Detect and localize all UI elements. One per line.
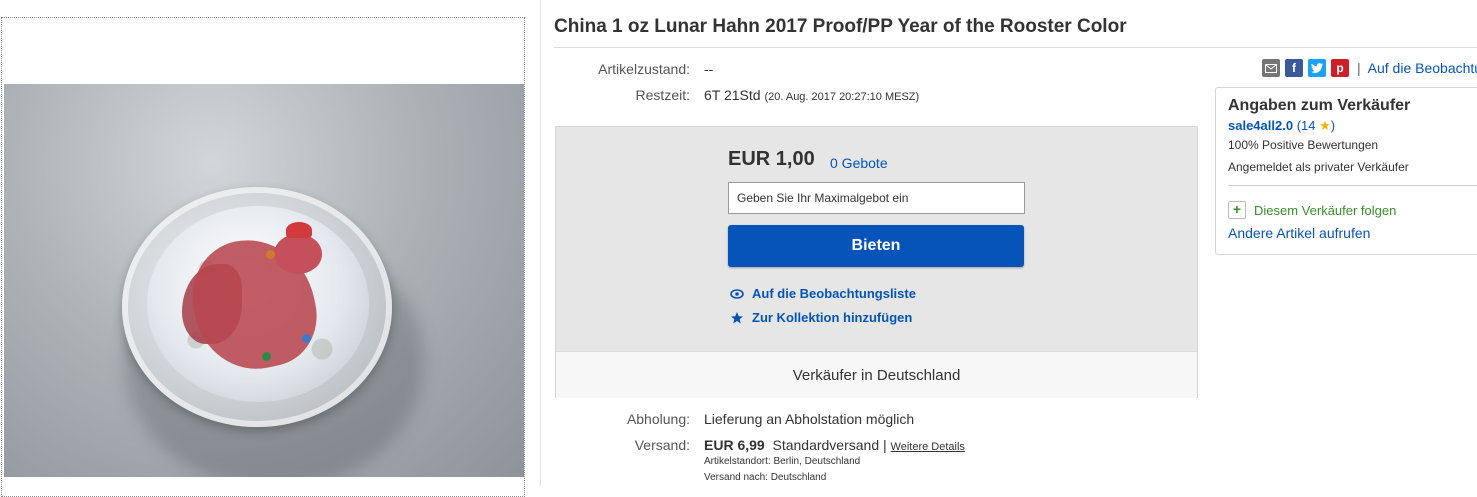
seller-heading: Angaben zum Verkäufer [1228, 97, 1411, 114]
current-price: EUR 1,00 [728, 148, 815, 170]
seller-info-box: Angaben zum Verkäufer sale4all2.0 (14 ★)… [1215, 87, 1477, 255]
item-title: China 1 oz Lunar Hahn 2017 Proof/PP Year… [554, 16, 1127, 37]
rooster-head [274, 234, 322, 274]
shipping-label: Versand: [634, 437, 690, 453]
watchlist-label: Auf die Beobachtungsliste [752, 286, 916, 301]
star-icon [731, 311, 743, 323]
seller-divider [1228, 185, 1477, 186]
email-icon[interactable] [1262, 59, 1280, 77]
column-divider [540, 0, 541, 486]
shipping-details-link[interactable]: Weitere Details [891, 441, 965, 453]
seller-name-row: sale4all2.0 (14 ★) [1228, 118, 1335, 134]
ships-to: Versand nach: Deutschland [704, 472, 827, 483]
bid-button[interactable]: Bieten [728, 225, 1024, 267]
eye-icon [730, 288, 744, 299]
time-left-label: Restzeit: [635, 87, 690, 103]
coin-gem [266, 250, 275, 259]
rooster-comb [286, 222, 312, 238]
time-left-end: (20. Aug. 2017 20:27:10 MESZ) [764, 91, 920, 103]
seller-location: Verkäufer in Deutschland [792, 366, 961, 384]
share-separator: | [1357, 60, 1361, 76]
add-to-watchlist-link[interactable]: Auf die Beobachtungsliste [730, 286, 916, 301]
bids-count-link[interactable]: 0 Gebote [830, 155, 888, 171]
coin-gem [262, 352, 271, 361]
plus-icon: + [1228, 201, 1246, 219]
shipping-price: EUR 6,99 [704, 437, 765, 453]
star-icon: ★ [1319, 118, 1331, 133]
follow-seller-link[interactable]: + Diesem Verkäufer folgen [1228, 201, 1396, 219]
seller-type: Angemeldet als privater Verkäufer [1228, 160, 1409, 174]
pickup-label: Abholung: [626, 411, 690, 427]
other-items-link[interactable]: Andere Artikel aufrufen [1228, 225, 1370, 241]
pickup-value: Lieferung an Abholstation möglich [704, 411, 915, 427]
add-to-collection-link[interactable]: Zur Kollektion hinzufügen [730, 310, 912, 325]
twitter-icon[interactable] [1308, 59, 1326, 77]
share-row: f p | Auf die Beobachtu [1262, 59, 1477, 77]
max-bid-input[interactable] [728, 182, 1025, 214]
bid-box: EUR 1,00 0 Gebote Bieten Auf die Beobach… [555, 126, 1198, 398]
pinterest-icon[interactable]: p [1331, 59, 1349, 77]
shipping-method: Standardversand | [772, 437, 887, 453]
item-location: Artikelstandort: Berlin, Deutschland [704, 456, 861, 467]
positive-feedback: 100% Positive Bewertungen [1228, 138, 1379, 152]
seller-location-bar: Verkäufer in Deutschland [556, 351, 1197, 398]
title-divider [554, 47, 1477, 48]
follow-seller-label: Diesem Verkäufer folgen [1254, 202, 1397, 218]
feedback-score-link[interactable]: (14 ★) [1297, 118, 1335, 133]
shipping-value: EUR 6,99 Standardversand | Weitere Detai… [704, 437, 965, 453]
product-image[interactable] [4, 84, 524, 477]
feedback-close: ) [1330, 118, 1336, 133]
watchlist-top-link[interactable]: Auf die Beobachtu [1368, 60, 1477, 76]
feedback-open: (14 [1296, 118, 1316, 133]
time-left-duration: 6T 21Std [704, 87, 761, 103]
image-panel [1, 17, 525, 497]
facebook-icon[interactable]: f [1285, 59, 1303, 77]
condition-value: -- [704, 61, 714, 77]
condition-label: Artikelzustand: [598, 61, 690, 77]
coin-gem [302, 334, 311, 343]
time-left-value: 6T 21Std (20. Aug. 2017 20:27:10 MESZ) [704, 87, 919, 103]
collection-label: Zur Kollektion hinzufügen [752, 310, 913, 325]
seller-name-link[interactable]: sale4all2.0 [1228, 118, 1293, 133]
